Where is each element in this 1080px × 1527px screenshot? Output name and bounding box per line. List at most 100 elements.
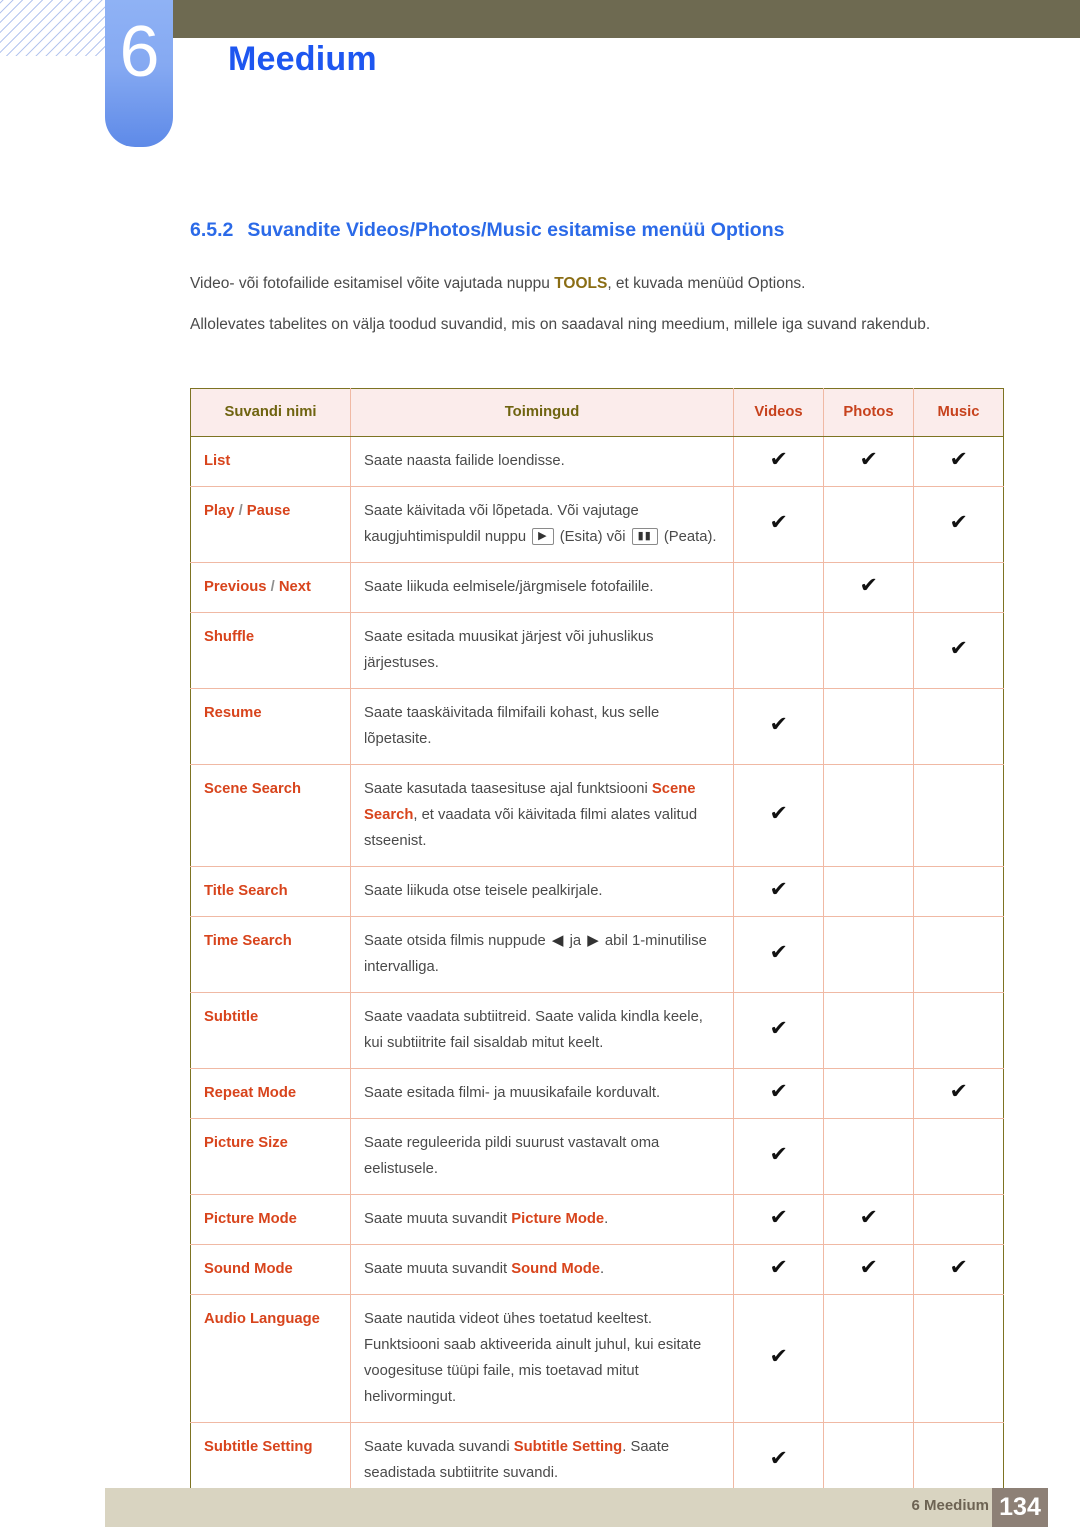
- option-description-cell: Saate nautida videot ühes toetatud keelt…: [350, 1294, 734, 1423]
- check-cell-photos: [823, 866, 914, 917]
- check-cell-videos: [733, 612, 824, 689]
- option-name-term: Sound Mode: [204, 1261, 293, 1277]
- check-cell-videos: [733, 562, 824, 613]
- check-cell-photos: [823, 688, 914, 765]
- option-name-term: Title Search: [204, 883, 288, 899]
- option-description-cell: Saate otsida filmis nuppude ◀ ja ▶ abil …: [350, 916, 734, 993]
- page-number: 134: [992, 1488, 1048, 1527]
- table-row: Repeat Mode Saate esitada filmi- ja muusi…: [190, 1068, 1004, 1119]
- option-name-term: Shuffle: [204, 629, 255, 645]
- description-text: Saate liikuda otse teisele pealkirjale.: [364, 883, 603, 899]
- option-name-cell: Picture Mode: [190, 1194, 351, 1245]
- option-name-separator: /: [234, 503, 247, 519]
- checkmark-icon: ✔: [949, 636, 968, 660]
- description-text: Saate reguleerida pildi suurust vastaval…: [364, 1135, 660, 1177]
- checkmark-icon: ✔: [769, 1205, 788, 1229]
- table-row: List Saate naasta failide loendisse. ✔ ✔ ✔: [190, 436, 1004, 487]
- column-header-actions: Toimingud: [350, 388, 734, 437]
- description-text: .: [604, 1211, 609, 1227]
- column-header-photos: Photos: [823, 388, 914, 437]
- checkmark-icon: ✔: [859, 573, 878, 597]
- table-header-row: Suvandi nimi Toimingud Videos Photos Mus…: [190, 388, 1004, 437]
- option-name-cell: Sound Mode: [190, 1244, 351, 1295]
- option-name-cell: Repeat Mode: [190, 1068, 351, 1119]
- intro-paragraph-1: Video- või fotofailide esitamisel võite …: [190, 268, 980, 299]
- options-table-body: List Saate naasta failide loendisse. ✔ ✔ ✔ Pl…: [190, 436, 1004, 1499]
- check-cell-videos: ✔: [733, 866, 824, 917]
- checkmark-icon: ✔: [769, 1016, 788, 1040]
- header-olive-bar: [172, 0, 1080, 38]
- page-footer: 6 Meedium 134: [105, 1488, 1048, 1527]
- check-cell-videos: ✔: [733, 688, 824, 765]
- option-name-term: Resume: [204, 705, 262, 721]
- description-text: Saate muuta suvandit: [364, 1211, 512, 1227]
- description-text: (Peata).: [659, 529, 717, 545]
- description-text: Saate liikuda eelmisele/järgmisele fotof…: [364, 579, 654, 595]
- option-name-cell: Shuffle: [190, 612, 351, 689]
- check-cell-videos: ✔: [733, 436, 824, 487]
- check-cell-music: [913, 562, 1004, 613]
- option-name-term: Pause: [246, 503, 291, 519]
- description-text: ja: [565, 933, 586, 949]
- description-text: Saate nautida videot ühes toetatud keelt…: [364, 1311, 702, 1405]
- description-text: Saate kasutada taasesituse ajal funktsio…: [364, 781, 652, 797]
- description-text: Saate kuvada suvandi: [364, 1439, 514, 1455]
- option-name-cell: Subtitle: [190, 992, 351, 1069]
- inline-term: Picture Mode: [511, 1211, 605, 1227]
- table-row: Play / Pause Saate käivitada või lõpetada…: [190, 486, 1004, 563]
- check-cell-music: ✔: [913, 612, 1004, 689]
- option-name-term: List: [204, 453, 231, 469]
- chapter-number: 6: [119, 12, 159, 92]
- options-table: Suvandi nimi Toimingud Videos Photos Mus…: [190, 388, 1004, 1499]
- check-cell-videos: ✔: [733, 1244, 824, 1295]
- check-cell-music: [913, 1118, 1004, 1195]
- option-name-term: Previous: [204, 579, 267, 595]
- table-row: Audio Language Saate nautida videot ühes …: [190, 1294, 1004, 1423]
- option-name-cell: Time Search: [190, 916, 351, 993]
- check-cell-music: [913, 992, 1004, 1069]
- table-row: Subtitle Saate vaadata subtiitreid. Saate…: [190, 992, 1004, 1069]
- checkmark-icon: ✔: [769, 1142, 788, 1166]
- section-heading: 6.5.2 Suvandite Videos/Photos/Music esita…: [190, 219, 784, 242]
- table-row: Resume Saate taaskäivitada filmifaili koh…: [190, 688, 1004, 765]
- option-description-cell: Saate liikuda otse teisele pealkirjale.: [350, 866, 734, 917]
- checkmark-icon: ✔: [859, 447, 878, 471]
- check-cell-music: [913, 764, 1004, 867]
- intro-p1-after: , et kuvada menüüd Options.: [607, 275, 806, 292]
- table-row: Picture Size Saate reguleerida pildi suur…: [190, 1118, 1004, 1195]
- table-row: Title Search Saate liikuda otse teisele p…: [190, 866, 1004, 917]
- option-name-cell: Picture Size: [190, 1118, 351, 1195]
- checkmark-icon: ✔: [769, 1446, 788, 1470]
- check-cell-videos: ✔: [733, 1068, 824, 1119]
- checkmark-icon: ✔: [769, 1079, 788, 1103]
- option-description-cell: Saate taaskäivitada filmifaili kohast, k…: [350, 688, 734, 765]
- chapter-number-tab: 6: [105, 0, 173, 147]
- tools-key-label: TOOLS: [554, 275, 608, 292]
- check-cell-photos: [823, 486, 914, 563]
- play-key-icon: ▶: [532, 527, 554, 545]
- check-cell-photos: ✔: [823, 562, 914, 613]
- option-name-cell: List: [190, 436, 351, 487]
- checkmark-icon: ✔: [949, 1255, 968, 1279]
- description-text: Saate otsida filmis nuppude: [364, 933, 550, 949]
- checkmark-icon: ✔: [949, 510, 968, 534]
- option-name-cell: Previous / Next: [190, 562, 351, 613]
- check-cell-music: ✔: [913, 1068, 1004, 1119]
- option-name-term: Subtitle: [204, 1009, 259, 1025]
- option-description-cell: Saate muuta suvandit Sound Mode.: [350, 1244, 734, 1295]
- check-cell-music: ✔: [913, 1244, 1004, 1295]
- checkmark-icon: ✔: [769, 712, 788, 736]
- description-text: Saate vaadata subtiitreid. Saate valida …: [364, 1009, 703, 1051]
- checkmark-icon: ✔: [859, 1255, 878, 1279]
- option-description-cell: Saate kasutada taasesituse ajal funktsio…: [350, 764, 734, 867]
- column-header-music: Music: [913, 388, 1004, 437]
- option-name-term: Repeat Mode: [204, 1085, 297, 1101]
- option-name-term: Picture Size: [204, 1135, 288, 1151]
- inline-term: Subtitle Setting: [513, 1439, 623, 1455]
- table-row: Scene Search Saate kasutada taasesituse a…: [190, 764, 1004, 867]
- checkmark-icon: ✔: [949, 1079, 968, 1103]
- option-description-cell: Saate vaadata subtiitreid. Saate valida …: [350, 992, 734, 1069]
- inline-term: Sound Mode: [511, 1261, 601, 1277]
- option-name-term: Audio Language: [204, 1311, 320, 1327]
- description-text: , et vaadata või käivitada filmi alates …: [364, 807, 698, 849]
